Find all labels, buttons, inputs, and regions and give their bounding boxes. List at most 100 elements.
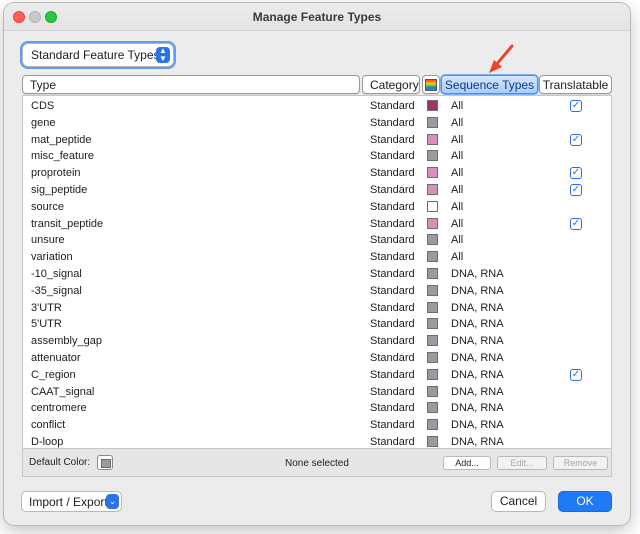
translatable-checkbox[interactable]: ✓ [570,217,582,230]
default-color-swatch[interactable] [97,455,113,470]
feature-category: Standard [370,335,415,348]
feature-category: Standard [370,301,415,314]
table-row[interactable]: proprotein Standard All ✓ [23,165,611,182]
table-row[interactable]: C_region Standard DNA, RNA ✓ [23,367,611,384]
sequence-types-value: DNA, RNA [451,284,504,297]
feature-type-name: centromere [31,402,87,415]
feature-set-popup-label: Standard Feature Types [31,48,160,62]
translatable-checkbox[interactable]: ✓ [570,167,582,180]
feature-category: Standard [370,150,415,163]
feature-type-name: attenuator [31,352,81,364]
feature-category: Standard [370,200,415,213]
sequence-types-value: All [451,184,464,196]
sequence-types-value: DNA, RNA [451,385,504,398]
table-row[interactable]: unsure Standard All [23,232,611,249]
feature-type-name: gene [31,116,56,129]
table-row[interactable]: 5'UTR Standard DNA, RNA [23,316,611,333]
table-row[interactable]: assembly_gap Standard DNA, RNA [23,333,611,350]
column-header-translatable[interactable]: Translatable [539,75,612,94]
sequence-types-value: All [451,200,464,213]
feature-type-name: unsure [31,234,65,247]
translatable-checkbox[interactable]: ✓ [570,184,582,196]
feature-color-swatch[interactable] [427,116,438,128]
table-row[interactable]: attenuator Standard DNA, RNA [23,350,611,367]
add-button[interactable]: Add... [443,456,491,470]
table-row[interactable]: CAAT_signal Standard DNA, RNA [23,384,611,401]
translatable-checkbox[interactable]: ✓ [570,100,582,112]
feature-type-name: 5'UTR [31,318,62,331]
table-row[interactable]: gene Standard All [23,115,611,132]
feature-type-name: variation [31,251,73,264]
feature-type-name: mat_peptide [31,133,92,146]
feature-category: Standard [370,234,415,247]
feature-color-swatch[interactable] [427,385,438,397]
table-row[interactable]: conflict Standard DNA, RNA [23,417,611,434]
column-header-color[interactable] [422,75,440,94]
table-row[interactable]: misc_feature Standard All [23,148,611,165]
sequence-types-value: All [451,234,464,247]
translatable-checkbox[interactable]: ✓ [570,368,582,381]
titlebar: Manage Feature Types [4,3,630,31]
color-spectrum-icon [425,79,437,91]
feature-color-swatch[interactable] [427,352,438,363]
feature-set-popup[interactable]: Standard Feature Types ▲ ▼ [22,43,174,67]
table-row[interactable]: transit_peptide Standard All ✓ [23,216,611,233]
feature-category: Standard [370,184,415,196]
table-row[interactable]: -35_signal Standard DNA, RNA [23,283,611,300]
ok-button[interactable]: OK [558,491,612,512]
table-row[interactable]: variation Standard All [23,249,611,266]
feature-color-swatch[interactable] [427,133,438,145]
table-row[interactable]: centromere Standard DNA, RNA [23,400,611,417]
feature-category: Standard [370,318,415,331]
feature-color-swatch[interactable] [427,318,438,330]
feature-color-swatch[interactable] [427,284,438,296]
column-header-category[interactable]: Category [362,75,420,94]
feature-type-name: CAAT_signal [31,385,95,398]
remove-button[interactable]: Remove [553,456,608,470]
feature-color-swatch[interactable] [427,167,438,179]
table-row[interactable]: -10_signal Standard DNA, RNA [23,266,611,283]
feature-type-name: 3'UTR [31,301,62,314]
table-row[interactable]: 3'UTR Standard DNA, RNA [23,300,611,317]
feature-color-swatch[interactable] [427,251,438,263]
feature-color-swatch[interactable] [427,436,438,447]
feature-type-name: conflict [31,419,66,432]
feature-types-table[interactable]: CDS Standard All ✓ gene Standard All mat_peptid… [22,95,612,449]
table-row[interactable]: D-loop Standard DNA, RNA [23,434,611,448]
feature-color-swatch[interactable] [427,200,438,212]
feature-color-swatch[interactable] [427,268,438,279]
feature-color-swatch[interactable] [427,419,438,431]
cancel-button[interactable]: Cancel [491,491,546,512]
feature-color-swatch[interactable] [427,335,438,347]
sequence-types-value: All [451,133,464,146]
feature-type-name: sig_peptide [31,184,88,196]
feature-color-swatch[interactable] [427,184,438,195]
feature-color-swatch[interactable] [427,100,438,111]
table-row[interactable]: mat_peptide Standard All ✓ [23,132,611,149]
edit-button[interactable]: Edit... [497,456,547,470]
sequence-types-value: DNA, RNA [451,402,504,415]
feature-category: Standard [370,284,415,297]
feature-color-swatch[interactable] [427,234,438,246]
sequence-types-value: DNA, RNA [451,419,504,432]
table-row[interactable]: sig_peptide Standard All ✓ [23,182,611,199]
feature-color-swatch[interactable] [427,217,438,229]
translatable-checkbox[interactable]: ✓ [570,133,582,146]
chevron-down-icon: ⌄ [106,494,119,509]
sequence-types-value: All [451,251,464,264]
feature-color-swatch[interactable] [427,301,438,313]
table-row[interactable]: source Standard All [23,199,611,216]
feature-color-swatch[interactable] [427,402,438,414]
feature-color-swatch[interactable] [427,368,438,380]
feature-category: Standard [370,100,415,112]
feature-category: Standard [370,352,415,364]
import-export-popup[interactable]: Import / Export ⌄ [21,491,122,512]
window-title: Manage Feature Types [252,10,382,24]
feature-category: Standard [370,167,415,180]
column-header-type[interactable]: Type [22,75,360,94]
feature-category: Standard [370,133,415,146]
feature-color-swatch[interactable] [427,150,438,162]
table-row[interactable]: CDS Standard All ✓ [23,98,611,115]
column-header-sequence-types[interactable]: Sequence Types [441,75,538,94]
manage-feature-types-window: Manage Feature Types Standard Feature Ty… [4,3,630,525]
